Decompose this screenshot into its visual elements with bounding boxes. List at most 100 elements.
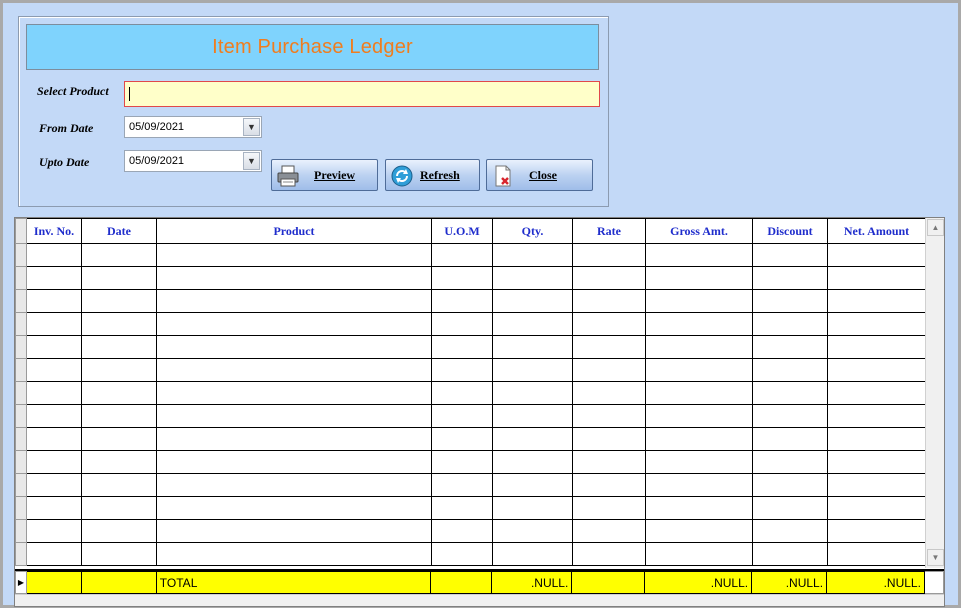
table-cell[interactable]	[645, 542, 753, 566]
table-cell[interactable]	[26, 381, 82, 405]
table-cell[interactable]	[431, 427, 493, 451]
table-row[interactable]	[15, 243, 926, 267]
table-cell[interactable]	[81, 404, 157, 428]
row-selector[interactable]	[15, 335, 27, 359]
row-selector[interactable]	[15, 312, 27, 336]
table-cell[interactable]	[827, 358, 926, 382]
table-cell[interactable]	[156, 243, 432, 267]
table-cell[interactable]	[431, 473, 493, 497]
table-cell[interactable]	[431, 266, 493, 290]
table-row[interactable]	[15, 427, 926, 451]
table-cell[interactable]	[827, 450, 926, 474]
table-cell[interactable]	[81, 312, 157, 336]
table-cell[interactable]	[26, 358, 82, 382]
table-cell[interactable]	[572, 542, 646, 566]
table-cell[interactable]	[752, 358, 828, 382]
table-cell[interactable]	[645, 289, 753, 313]
from-date-picker[interactable]: 05/09/2021 ▼	[124, 116, 262, 138]
table-cell[interactable]	[572, 289, 646, 313]
table-cell[interactable]	[752, 496, 828, 520]
table-cell[interactable]	[81, 542, 157, 566]
table-cell[interactable]	[431, 312, 493, 336]
table-row[interactable]	[15, 519, 926, 543]
table-cell[interactable]	[156, 450, 432, 474]
table-cell[interactable]	[645, 427, 753, 451]
table-cell[interactable]	[752, 542, 828, 566]
col-header-discount[interactable]: Discount	[752, 218, 828, 244]
table-cell[interactable]	[156, 519, 432, 543]
col-header-inv-no[interactable]: Inv. No.	[26, 218, 82, 244]
table-cell[interactable]	[431, 496, 493, 520]
table-cell[interactable]	[492, 450, 573, 474]
table-cell[interactable]	[572, 473, 646, 497]
table-cell[interactable]	[645, 404, 753, 428]
table-cell[interactable]	[431, 450, 493, 474]
table-cell[interactable]	[156, 358, 432, 382]
col-header-qty[interactable]: Qty.	[492, 218, 573, 244]
table-cell[interactable]	[26, 427, 82, 451]
table-cell[interactable]	[26, 542, 82, 566]
table-cell[interactable]	[492, 404, 573, 428]
table-cell[interactable]	[752, 404, 828, 428]
table-cell[interactable]	[81, 266, 157, 290]
table-cell[interactable]	[492, 473, 573, 497]
table-cell[interactable]	[81, 427, 157, 451]
table-cell[interactable]	[572, 243, 646, 267]
table-cell[interactable]	[26, 496, 82, 520]
table-cell[interactable]	[26, 519, 82, 543]
table-cell[interactable]	[156, 381, 432, 405]
table-row[interactable]	[15, 381, 926, 405]
table-cell[interactable]	[827, 381, 926, 405]
table-row[interactable]	[15, 542, 926, 566]
table-cell[interactable]	[827, 266, 926, 290]
table-cell[interactable]	[827, 404, 926, 428]
table-cell[interactable]	[827, 427, 926, 451]
table-row[interactable]	[15, 404, 926, 428]
refresh-button[interactable]: Refresh	[385, 159, 480, 191]
table-cell[interactable]	[81, 473, 157, 497]
table-cell[interactable]	[492, 266, 573, 290]
table-cell[interactable]	[572, 358, 646, 382]
table-cell[interactable]	[572, 404, 646, 428]
table-cell[interactable]	[156, 312, 432, 336]
table-cell[interactable]	[492, 496, 573, 520]
table-cell[interactable]	[492, 312, 573, 336]
table-row[interactable]	[15, 473, 926, 497]
table-cell[interactable]	[81, 358, 157, 382]
table-cell[interactable]	[827, 243, 926, 267]
table-cell[interactable]	[752, 243, 828, 267]
horizontal-scrollbar[interactable]	[15, 594, 944, 606]
table-cell[interactable]	[26, 243, 82, 267]
table-cell[interactable]	[81, 243, 157, 267]
table-cell[interactable]	[572, 427, 646, 451]
row-selector[interactable]	[15, 473, 27, 497]
table-row[interactable]	[15, 266, 926, 290]
table-cell[interactable]	[752, 312, 828, 336]
table-cell[interactable]	[156, 404, 432, 428]
row-selector[interactable]	[15, 427, 27, 451]
table-cell[interactable]	[645, 266, 753, 290]
col-header-gross-amt[interactable]: Gross Amt.	[645, 218, 753, 244]
table-cell[interactable]	[81, 335, 157, 359]
col-header-rate[interactable]: Rate	[572, 218, 646, 244]
table-cell[interactable]	[645, 335, 753, 359]
table-cell[interactable]	[492, 519, 573, 543]
table-cell[interactable]	[645, 381, 753, 405]
table-cell[interactable]	[827, 542, 926, 566]
table-row[interactable]	[15, 450, 926, 474]
table-cell[interactable]	[645, 312, 753, 336]
table-cell[interactable]	[431, 335, 493, 359]
table-cell[interactable]	[572, 450, 646, 474]
chevron-down-icon[interactable]: ▼	[243, 152, 260, 170]
table-cell[interactable]	[827, 496, 926, 520]
table-cell[interactable]	[752, 450, 828, 474]
table-cell[interactable]	[156, 542, 432, 566]
table-cell[interactable]	[572, 335, 646, 359]
table-cell[interactable]	[156, 496, 432, 520]
table-cell[interactable]	[752, 335, 828, 359]
table-cell[interactable]	[645, 450, 753, 474]
table-cell[interactable]	[827, 473, 926, 497]
row-selector[interactable]	[15, 243, 27, 267]
table-cell[interactable]	[431, 289, 493, 313]
col-header-uom[interactable]: U.O.M	[431, 218, 493, 244]
